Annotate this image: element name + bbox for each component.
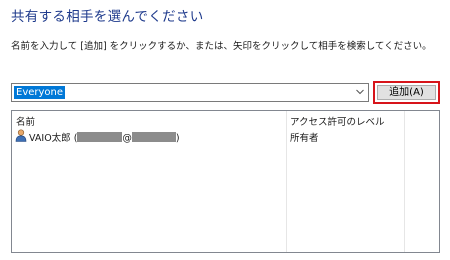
user-display-name: VAIO太郎 ( @)	[29, 130, 180, 144]
access-level-value[interactable]: 所有者	[290, 130, 319, 144]
share-list[interactable]: 名前 アクセス許可のレベル VAIO太郎 ( @) 所有者	[11, 110, 440, 253]
user-name-text: VAIO太郎 (	[29, 133, 78, 144]
email-at-sign: @	[122, 133, 132, 144]
chevron-down-icon[interactable]	[356, 89, 364, 95]
user-name-suffix: )	[175, 133, 180, 144]
add-button[interactable]: 追加(A)	[377, 85, 436, 100]
share-target-combobox[interactable]: Everyone	[11, 83, 369, 102]
column-header-access-level[interactable]: アクセス許可のレベル	[290, 114, 385, 128]
list-item[interactable]: VAIO太郎 ( @) 所有者	[12, 128, 439, 144]
redacted-email-domain	[131, 132, 176, 142]
share-dialog: 共有する相手を選んでください 名前を入力して [追加] をクリックするか、または…	[0, 0, 450, 260]
instruction-text: 名前を入力して [追加] をクリックするか、または、矢印をクリックして相手を検索…	[11, 41, 432, 52]
page-title: 共有する相手を選んでください	[11, 9, 204, 25]
redacted-email-local	[77, 132, 123, 142]
add-button-highlight: 追加(A)	[373, 81, 440, 104]
column-header-name[interactable]: 名前	[16, 114, 35, 128]
user-icon	[15, 129, 27, 142]
combobox-selected-text[interactable]: Everyone	[14, 86, 66, 99]
